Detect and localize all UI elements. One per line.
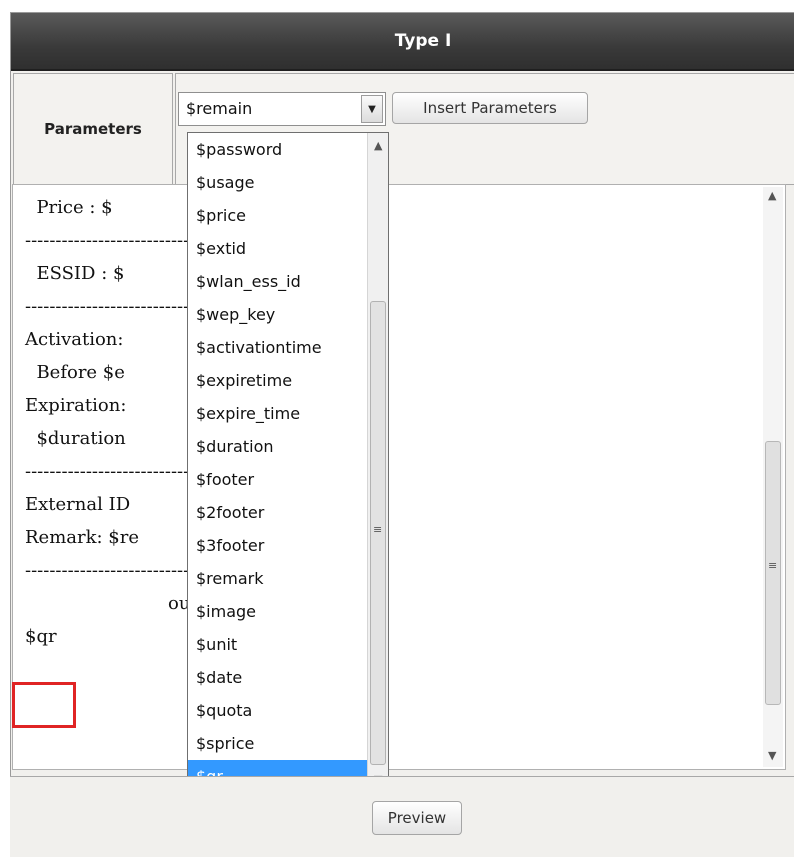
dropdown-option[interactable]: $unit bbox=[188, 628, 368, 661]
parameter-select[interactable]: $remain ▼ bbox=[178, 92, 386, 126]
dropdown-option[interactable]: $expiretime bbox=[188, 364, 368, 397]
dropdown-option[interactable]: $sprice bbox=[188, 727, 368, 760]
dropdown-scrollbar[interactable]: ▲ ≡ ▼ bbox=[367, 133, 388, 791]
template-editor[interactable]: Price : $ -------------------------------… bbox=[12, 184, 786, 770]
editor-scroll-thumb[interactable] bbox=[765, 441, 781, 705]
dropdown-option[interactable]: $quota bbox=[188, 694, 368, 727]
preview-button[interactable]: Preview bbox=[372, 801, 462, 835]
dropdown-option[interactable]: $wep_key bbox=[188, 298, 368, 331]
insert-parameters-button[interactable]: Insert Parameters bbox=[392, 92, 588, 124]
chevron-down-icon[interactable]: ▼ bbox=[361, 95, 383, 123]
dropdown-option[interactable]: $duration bbox=[188, 430, 368, 463]
dropdown-option[interactable]: $3footer bbox=[188, 529, 368, 562]
qr-highlight-marker bbox=[12, 682, 76, 728]
scroll-grip-icon: ≡ bbox=[373, 523, 383, 536]
dropdown-option[interactable]: $date bbox=[188, 661, 368, 694]
footer-row: Preview bbox=[10, 776, 794, 857]
parameters-row: Parameters bbox=[11, 71, 794, 187]
panel-title: Type I bbox=[394, 31, 452, 51]
dropdown-option[interactable]: $extid bbox=[188, 232, 368, 265]
parameters-label: Parameters bbox=[13, 73, 173, 185]
parameter-select-value: $remain bbox=[186, 99, 253, 118]
scroll-up-icon[interactable]: ▲ bbox=[374, 139, 382, 152]
dropdown-option[interactable]: $image bbox=[188, 595, 368, 628]
scroll-grip-icon: ≡ bbox=[768, 559, 778, 572]
dropdown-option[interactable]: $price bbox=[188, 199, 368, 232]
editor-scrollbar[interactable]: ▲ ≡ ▼ bbox=[763, 187, 783, 767]
scroll-down-icon[interactable]: ▼ bbox=[768, 749, 776, 762]
dropdown-option[interactable]: $remark bbox=[188, 562, 368, 595]
dropdown-option[interactable]: $footer bbox=[188, 463, 368, 496]
dropdown-options: $password $usage $price $extid $wlan_ess_id $… bbox=[188, 133, 368, 791]
dropdown-option[interactable]: $wlan_ess_id bbox=[188, 265, 368, 298]
scroll-up-icon[interactable]: ▲ bbox=[768, 189, 776, 202]
dropdown-option[interactable]: $2footer bbox=[188, 496, 368, 529]
dropdown-option[interactable]: $usage bbox=[188, 166, 368, 199]
dropdown-option[interactable]: $password bbox=[188, 133, 368, 166]
parameter-dropdown-list[interactable]: $password $usage $price $extid $wlan_ess_id $… bbox=[187, 132, 389, 792]
panel-title-bar: Type I bbox=[11, 13, 794, 71]
dropdown-option[interactable]: $activationtime bbox=[188, 331, 368, 364]
dropdown-option[interactable]: $expire_time bbox=[188, 397, 368, 430]
